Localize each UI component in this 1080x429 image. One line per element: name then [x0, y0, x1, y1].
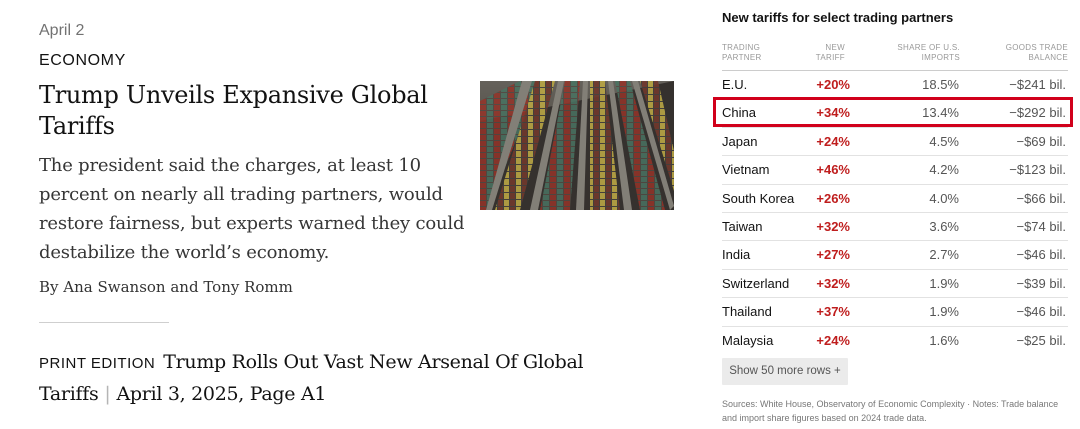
cell-balance: −$74 bil.: [1016, 218, 1066, 234]
table-row: Switzerland +32% 1.9% −$39 bil.: [722, 268, 1068, 297]
print-edition-separator: |: [104, 383, 111, 405]
table-row: Malaysia +24% 1.6% −$25 bil.: [722, 325, 1068, 354]
cell-tariff: +37%: [816, 304, 850, 320]
table-sources-note: Sources: White House, Observatory of Eco…: [722, 399, 1059, 423]
table-row: Thailand +37% 1.9% −$46 bil.: [722, 297, 1068, 325]
article-summary[interactable]: The president said the charges, at least…: [39, 151, 469, 267]
cell-partner: China: [722, 105, 756, 121]
cell-tariff: +32%: [816, 218, 850, 234]
cell-share: 4.2%: [929, 162, 959, 178]
cell-balance: −$292 bil.: [1009, 105, 1066, 121]
cell-share: 1.6%: [929, 332, 959, 348]
cell-tariff: +20%: [816, 77, 850, 92]
header-share-of-imports: Share of U.S. imports: [897, 43, 960, 62]
cell-tariff: +32%: [816, 275, 850, 291]
cell-tariff: +34%: [816, 105, 850, 121]
article-headline[interactable]: Trump Unveils Expansive Global Tariffs: [39, 80, 439, 142]
cell-partner: Japan: [722, 133, 758, 149]
table-body: E.U. +20% 18.5% −$241 bil. China +34% 13…: [713, 70, 1073, 354]
cell-partner: Thailand: [722, 304, 772, 320]
cell-tariff: +46%: [816, 162, 850, 178]
cell-balance: −$46 bil.: [1016, 304, 1066, 320]
cell-share: 3.6%: [929, 218, 959, 234]
table-row: Japan +24% 4.5% −$69 bil.: [722, 126, 1068, 155]
cell-share: 1.9%: [929, 275, 959, 291]
cell-share: 13.4%: [922, 105, 959, 121]
cell-share: 1.9%: [929, 304, 959, 320]
cell-share: 4.0%: [929, 190, 959, 206]
cell-share: 18.5%: [922, 77, 959, 92]
print-edition: PRINT EDITION Trump Rolls Out Vast New Ar…: [39, 347, 649, 409]
show-more-rows-button[interactable]: Show 50 more rows +: [722, 358, 848, 385]
byline: By Ana Swanson and Tony Romm: [39, 278, 293, 296]
cell-partner: Vietnam: [722, 162, 770, 178]
print-edition-label: PRINT EDITION: [39, 355, 156, 372]
cell-partner: India: [722, 247, 751, 263]
header-trading-partner: Trading partner: [722, 43, 762, 62]
cell-partner: Taiwan: [722, 218, 763, 234]
table-title: New tariffs for select trading partners: [722, 10, 954, 25]
section-label[interactable]: ECONOMY: [39, 52, 126, 70]
header-goods-trade-balance: Goods trade balance: [1005, 43, 1068, 62]
article-photo-shipping-containers[interactable]: [480, 81, 674, 210]
print-edition-date-page: April 3, 2025, Page A1: [116, 383, 327, 405]
table-row: China +34% 13.4% −$292 bil.: [722, 98, 1068, 126]
table-row: South Korea +26% 4.0% −$66 bil.: [722, 183, 1068, 212]
cell-balance: −$241 bil.: [1009, 77, 1066, 92]
cell-balance: −$25 bil.: [1016, 332, 1066, 348]
cell-balance: −$46 bil.: [1016, 247, 1066, 263]
header-new-tariff: New tariff: [815, 43, 845, 62]
cell-tariff: +24%: [816, 332, 850, 348]
cell-balance: −$123 bil.: [1009, 162, 1066, 178]
cell-partner: Malaysia: [722, 332, 774, 348]
cell-tariff: +24%: [816, 133, 850, 149]
cell-tariff: +27%: [816, 247, 850, 263]
cell-partner: Switzerland: [722, 275, 790, 291]
table-header: Trading partner New tariff Share of U.S.…: [722, 43, 1068, 69]
table-row: Taiwan +32% 3.6% −$74 bil.: [722, 211, 1068, 240]
cell-share: 4.5%: [929, 133, 959, 149]
cell-balance: −$66 bil.: [1016, 190, 1066, 206]
cell-tariff: +26%: [816, 190, 850, 206]
article-date: April 2: [39, 22, 85, 39]
divider: [39, 322, 169, 323]
cell-balance: −$39 bil.: [1016, 275, 1066, 291]
cell-partner: E.U.: [722, 77, 748, 92]
tariff-table: New tariffs for select trading partners …: [713, 0, 1073, 429]
article-card: April 2 ECONOMY Trump Unveils Expansive …: [39, 0, 679, 429]
cell-partner: South Korea: [722, 190, 795, 206]
table-row: Vietnam +46% 4.2% −$123 bil.: [722, 155, 1068, 183]
cell-balance: −$69 bil.: [1016, 133, 1066, 149]
table-row: E.U. +20% 18.5% −$241 bil.: [722, 70, 1068, 98]
table-row: India +27% 2.7% −$46 bil.: [722, 240, 1068, 268]
cell-share: 2.7%: [929, 247, 959, 263]
